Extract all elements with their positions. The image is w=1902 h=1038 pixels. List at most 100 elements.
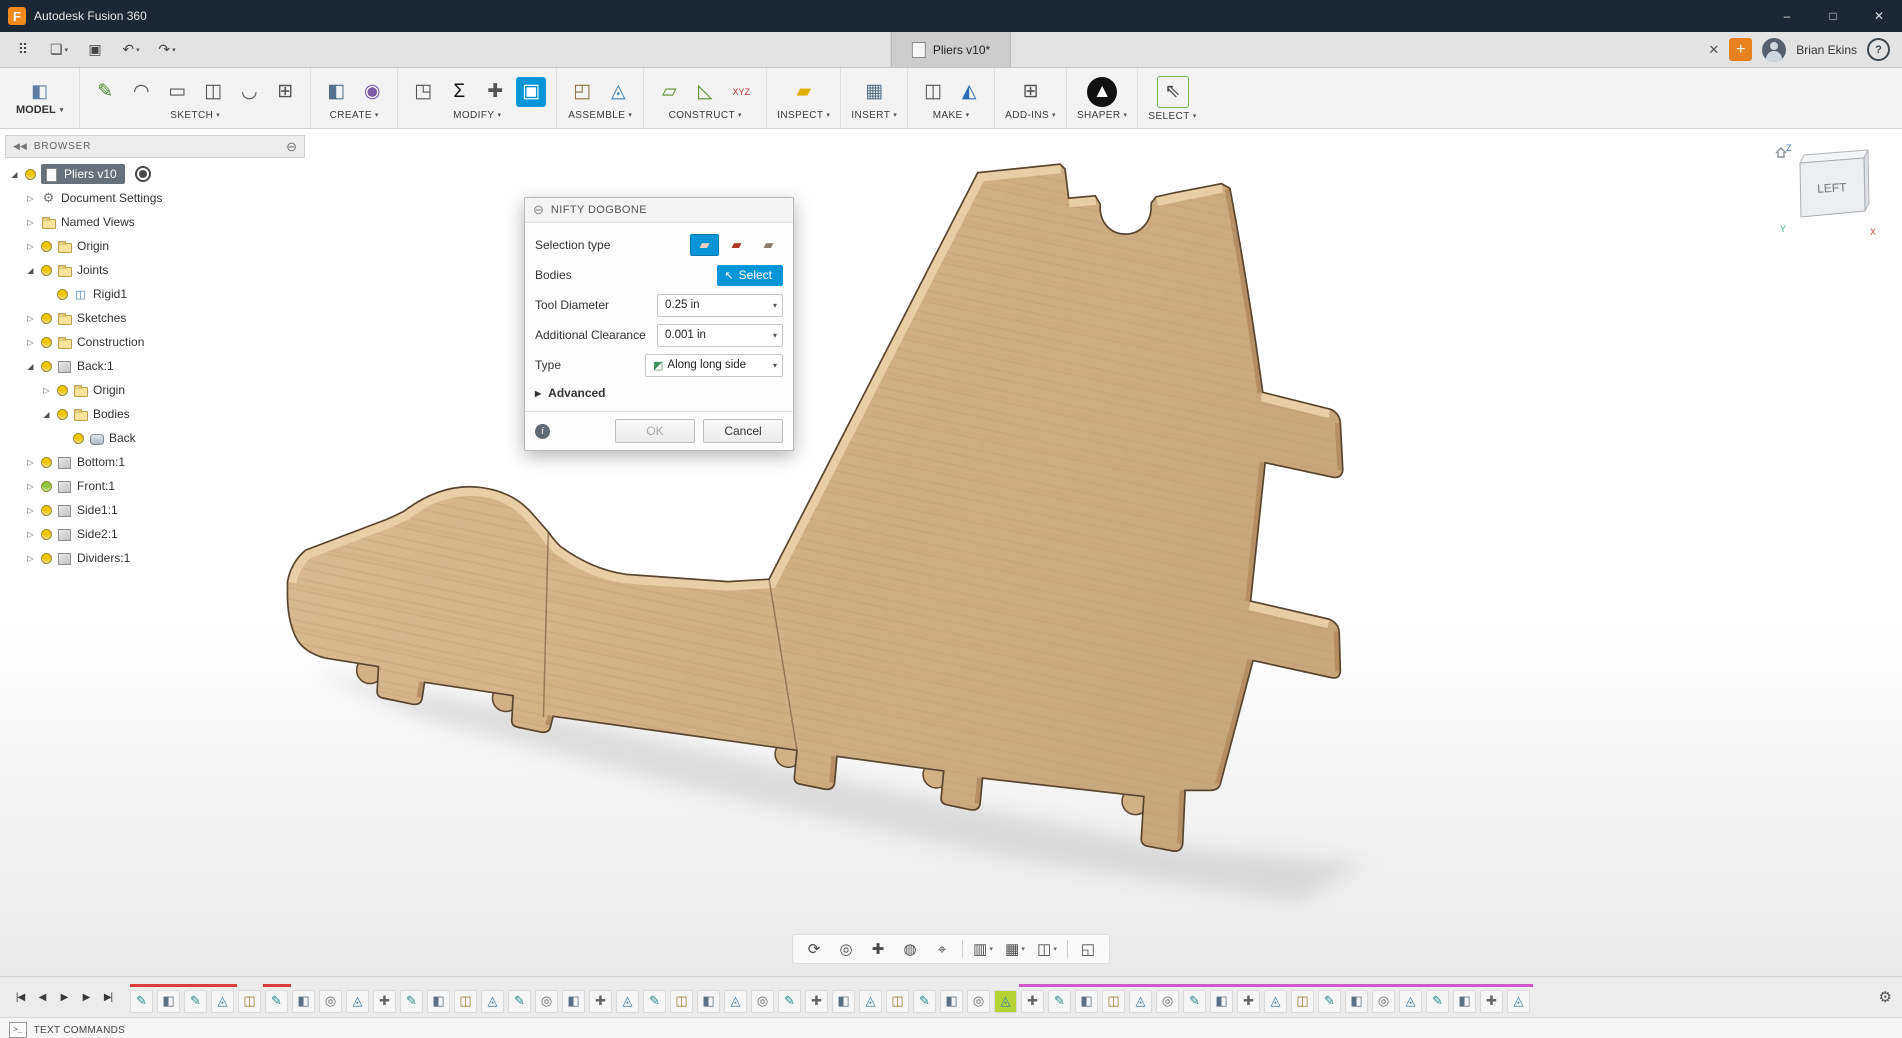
undo-icon[interactable]: ↶▾ — [114, 36, 148, 63]
browser-row-bodies[interactable]: ◢Bodies — [5, 402, 305, 426]
timeline-feature-41[interactable]: ✚ — [1237, 990, 1260, 1013]
chevron-down-icon[interactable]: ▾ — [773, 331, 777, 340]
press-pull-icon[interactable]: ◳ — [408, 77, 438, 107]
timeline-feature-9[interactable]: ✚ — [373, 990, 396, 1013]
visibility-bulb-icon[interactable] — [73, 433, 84, 444]
visibility-bulb-icon[interactable] — [41, 337, 52, 348]
rectangle-icon[interactable]: ▭ — [162, 77, 192, 107]
move-copy-icon[interactable]: ✚ — [480, 77, 510, 107]
document-tab[interactable]: Pliers v10* — [891, 32, 1011, 67]
timeline-feature-24[interactable]: ✎ — [778, 990, 801, 1013]
change-parameters-icon[interactable]: Σ — [444, 77, 474, 107]
timeline-feature-6[interactable]: ◧ — [292, 990, 315, 1013]
cam-mesh-icon[interactable]: ◭ — [954, 77, 984, 107]
visibility-bulb-icon[interactable] — [41, 265, 52, 276]
timeline-feature-40[interactable]: ◧ — [1210, 990, 1233, 1013]
timeline-feature-21[interactable]: ◧ — [697, 990, 720, 1013]
collapse-arrow-icon[interactable]: ◢ — [25, 266, 36, 275]
canvas-icon[interactable]: ▦ — [859, 77, 889, 107]
step-forward-button[interactable]: ▶ — [76, 986, 96, 1008]
text-commands-icon[interactable]: >_ — [9, 1022, 27, 1038]
toolbar-group-label[interactable]: INSERT▾ — [851, 110, 897, 121]
new-component-icon[interactable]: ◰ — [567, 77, 597, 107]
new-tab-button[interactable]: + — [1729, 38, 1752, 61]
point-xyz-icon[interactable]: XYZ — [726, 77, 756, 107]
expand-arrow-icon[interactable]: ▷ — [25, 218, 36, 227]
browser-row-pliers-v10[interactable]: ◢Pliers v10 — [5, 162, 305, 186]
collapse-panel-icon[interactable]: ◀◀ — [13, 141, 27, 152]
visibility-bulb-icon[interactable] — [57, 385, 68, 396]
select-features-mode-icon[interactable]: ▰ — [722, 234, 751, 256]
expand-arrow-icon[interactable]: ▷ — [25, 314, 36, 323]
visibility-bulb-icon[interactable] — [41, 313, 52, 324]
user-avatar[interactable] — [1762, 38, 1786, 62]
toolbar-group-label[interactable]: CONSTRUCT▾ — [669, 110, 742, 121]
timeline-feature-2[interactable]: ✎ — [184, 990, 207, 1013]
scripts-addins-icon[interactable]: ⊞ — [1016, 77, 1046, 107]
arc-icon[interactable]: ◡ — [234, 77, 264, 107]
timeline-feature-7[interactable]: ◎ — [319, 990, 342, 1013]
visibility-bulb-icon[interactable] — [41, 481, 52, 492]
timeline-feature-30[interactable]: ◧ — [940, 990, 963, 1013]
pan-icon[interactable]: ✚ — [863, 937, 893, 961]
timeline-feature-14[interactable]: ✎ — [508, 990, 531, 1013]
timeline-feature-10[interactable]: ✎ — [400, 990, 423, 1013]
timeline-feature-5[interactable]: ✎ — [265, 990, 288, 1013]
home-icon[interactable] — [1776, 148, 1786, 157]
browser-row-document-settings[interactable]: ▷⚙Document Settings — [5, 186, 305, 210]
orbit-icon[interactable]: ⟳ — [799, 937, 829, 961]
toolbar-group-label[interactable]: CREATE▾ — [330, 110, 379, 121]
type-dropdown[interactable]: ◩ Along long side ▾ — [645, 354, 783, 377]
cancel-button[interactable]: Cancel — [703, 419, 783, 443]
maximize-button[interactable]: □ — [1810, 0, 1856, 32]
toolbar-group-label[interactable]: ASSEMBLE▾ — [568, 110, 632, 121]
timeline-feature-17[interactable]: ✚ — [589, 990, 612, 1013]
select-bodies-mode-icon[interactable]: ▰ — [754, 234, 783, 256]
timeline-feature-12[interactable]: ◫ — [454, 990, 477, 1013]
toolbar-group-label[interactable]: MODIFY▾ — [453, 110, 501, 121]
go-to-start-button[interactable]: |◀ — [10, 986, 30, 1008]
spline-icon[interactable]: ◠ — [126, 77, 156, 107]
timeline-feature-23[interactable]: ◎ — [751, 990, 774, 1013]
timeline-feature-36[interactable]: ◫ — [1102, 990, 1125, 1013]
save-icon[interactable]: ▣ — [78, 36, 112, 63]
user-name[interactable]: Brian Ekins — [1796, 43, 1857, 57]
browser-row-joints[interactable]: ◢Joints — [5, 258, 305, 282]
expand-arrow-icon[interactable]: ▷ — [25, 554, 36, 563]
expand-arrow-icon[interactable]: ▷ — [25, 506, 36, 515]
info-icon[interactable]: i — [535, 424, 550, 439]
activate-component-radio[interactable] — [135, 166, 151, 182]
timeline-feature-4[interactable]: ◫ — [238, 990, 261, 1013]
timeline-feature-19[interactable]: ✎ — [643, 990, 666, 1013]
timeline-feature-28[interactable]: ◫ — [886, 990, 909, 1013]
workspace-switcher[interactable]: ◧ MODEL ▾ — [0, 68, 79, 128]
expand-arrow-icon[interactable]: ▷ — [25, 194, 36, 203]
collapse-arrow-icon[interactable]: ◢ — [41, 410, 52, 419]
timeline-feature-0[interactable]: ✎ — [130, 990, 153, 1013]
timeline-feature-34[interactable]: ✎ — [1048, 990, 1071, 1013]
expand-arrow-icon[interactable]: ▷ — [41, 386, 52, 395]
view-cube[interactable]: LEFT Z Y X — [1770, 139, 1880, 239]
tool-diameter-input[interactable]: 0.25 in ▾ — [657, 294, 783, 317]
timeline-feature-1[interactable]: ◧ — [157, 990, 180, 1013]
step-back-button[interactable]: ◀ — [32, 986, 52, 1008]
print-3d-icon[interactable]: ◫ — [918, 77, 948, 107]
browser-row-origin[interactable]: ▷Origin — [5, 234, 305, 258]
timeline-feature-43[interactable]: ◫ — [1291, 990, 1314, 1013]
visibility-bulb-icon[interactable] — [41, 505, 52, 516]
fullscreen-icon[interactable]: ◱ — [1073, 937, 1103, 961]
timeline-feature-8[interactable]: ◬ — [346, 990, 369, 1013]
extrude-icon[interactable]: ◧ — [321, 77, 351, 107]
timeline-feature-22[interactable]: ◬ — [724, 990, 747, 1013]
timeline-feature-15[interactable]: ◎ — [535, 990, 558, 1013]
timeline-feature-38[interactable]: ◎ — [1156, 990, 1179, 1013]
timeline-feature-46[interactable]: ◎ — [1372, 990, 1395, 1013]
timeline-feature-31[interactable]: ◎ — [967, 990, 990, 1013]
browser-row-front-1[interactable]: ▷Front:1 — [5, 474, 305, 498]
timeline-feature-39[interactable]: ✎ — [1183, 990, 1206, 1013]
visibility-bulb-icon[interactable] — [41, 241, 52, 252]
timeline-feature-25[interactable]: ✚ — [805, 990, 828, 1013]
collapse-arrow-icon[interactable]: ◢ — [9, 170, 20, 179]
timeline-feature-37[interactable]: ◬ — [1129, 990, 1152, 1013]
shaper-utilities-icon[interactable]: ▲ — [1087, 77, 1117, 107]
